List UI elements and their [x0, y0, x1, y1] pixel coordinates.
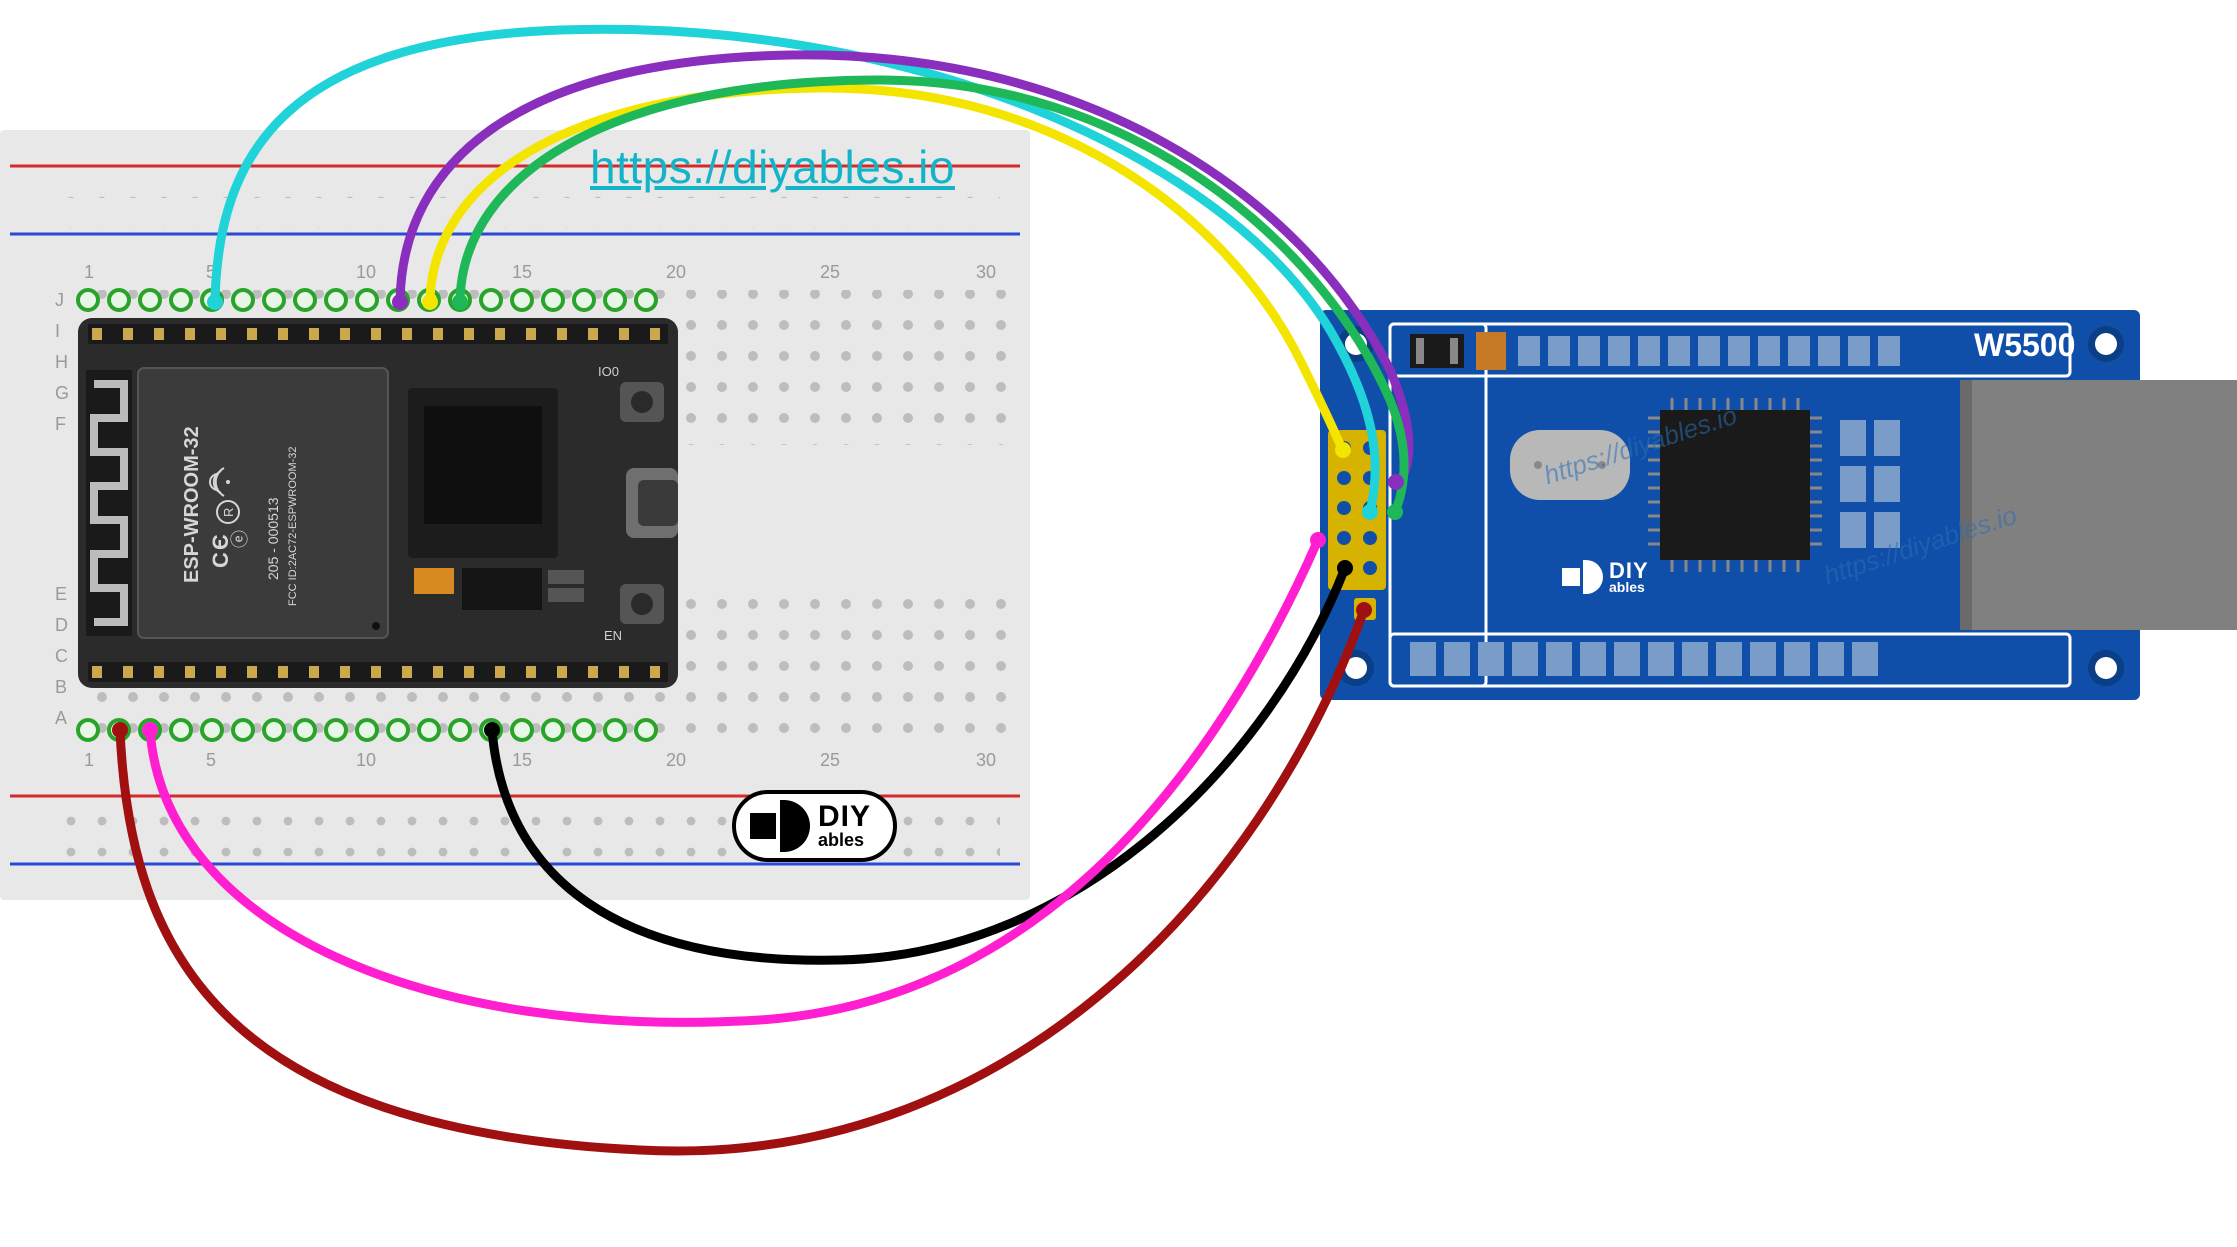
wire-cyan [215, 29, 1375, 512]
logo-text-small-2: ables [818, 832, 871, 849]
wire-purple [400, 55, 1409, 482]
wiring-diagram: 1 5 10 15 20 25 30 1 5 10 15 20 25 30 J … [0, 0, 2237, 1247]
wire-magenta [150, 540, 1318, 1022]
source-url[interactable]: https://diyables.io [590, 140, 955, 194]
diyables-logo: DIY ables [732, 790, 897, 862]
wire-black [492, 568, 1345, 960]
wires [0, 0, 2237, 1247]
wire-darkred [120, 610, 1364, 1151]
logo-text-big-2: DIY [818, 803, 871, 832]
